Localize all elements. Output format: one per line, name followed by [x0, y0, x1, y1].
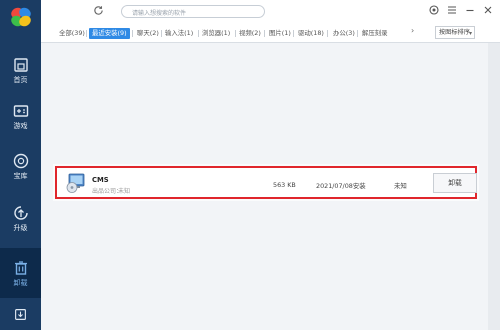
- sidebar-item-label: 升级: [13, 224, 28, 232]
- tab-image[interactable]: 图片(1): [269, 28, 291, 39]
- download-icon: [15, 309, 26, 320]
- download-manager-button[interactable]: [0, 302, 41, 330]
- upgrade-icon: [14, 206, 28, 220]
- scrollbar[interactable]: [488, 43, 500, 330]
- chevron-right-icon[interactable]: ›: [411, 26, 414, 35]
- tab-divider: [86, 30, 87, 37]
- sidebar-item-label: 首页: [13, 76, 28, 84]
- sidebar-item-games[interactable]: 游戏: [0, 94, 41, 138]
- tab-divider: [327, 30, 328, 37]
- gamepad-icon: [13, 105, 29, 117]
- app-size: 563 KB: [273, 181, 296, 189]
- category-tabs: 全部(39) 最近安装(9) 聊天(2) 输入法(1) 浏览器(1) 视频(2)…: [41, 23, 500, 43]
- tab-driver[interactable]: 驱动(18): [298, 28, 324, 39]
- install-date: 2021/07/08安装: [316, 182, 366, 190]
- tab-divider: [161, 30, 162, 37]
- uninstall-button[interactable]: 卸载: [433, 173, 477, 193]
- sort-dropdown[interactable]: 按图标排序 ▾: [435, 26, 475, 39]
- title-bar: 请输入想搜索的软件: [41, 0, 500, 23]
- tab-video[interactable]: 视频(2): [239, 28, 261, 39]
- tab-divider: [357, 30, 358, 37]
- software-row[interactable]: CMS 出品公司： 未知 563 KB 2021/07/08安装 未知 卸载: [55, 166, 477, 199]
- tab-archive-burn[interactable]: 解压刻录: [362, 28, 388, 39]
- vault-icon: [13, 153, 29, 169]
- sidebar-item-upgrade[interactable]: 升级: [0, 196, 41, 240]
- tab-all[interactable]: 全部(39): [59, 28, 85, 39]
- tab-divider: [264, 30, 265, 37]
- sidebar-item-vault[interactable]: 宝库: [0, 144, 41, 188]
- tab-browser[interactable]: 浏览器(1): [202, 28, 230, 39]
- refresh-icon[interactable]: [93, 5, 104, 16]
- tab-divider: [293, 30, 294, 37]
- tab-input-method[interactable]: 输入法(1): [165, 28, 193, 39]
- tab-divider: [235, 30, 236, 37]
- app-name: CMS: [92, 176, 109, 184]
- tab-divider: [132, 30, 133, 37]
- search-input[interactable]: 请输入想搜索的软件: [121, 5, 265, 18]
- app-version: 未知: [394, 182, 407, 190]
- chevron-down-icon: ▾: [468, 30, 472, 37]
- sort-label: 按图标排序: [439, 29, 470, 36]
- sidebar: 首页 游戏 宝库 升级 卸载: [0, 0, 41, 330]
- sidebar-item-uninstall[interactable]: 卸载: [0, 248, 41, 298]
- trash-icon: [15, 261, 27, 275]
- logo-icon: [11, 7, 31, 27]
- tab-chat[interactable]: 聊天(2): [137, 28, 159, 39]
- tab-recent[interactable]: 最近安装(9): [89, 28, 130, 39]
- gear-icon[interactable]: [428, 4, 440, 16]
- tab-office[interactable]: 办公(3): [333, 28, 355, 39]
- sidebar-item-label: 游戏: [13, 122, 28, 130]
- computer-cd-icon: [66, 173, 85, 193]
- sidebar-item-home[interactable]: 首页: [0, 48, 41, 92]
- publisher-value: 未知: [118, 188, 131, 195]
- home-icon: [14, 58, 28, 72]
- sidebar-item-label: 宝库: [13, 172, 28, 180]
- close-icon[interactable]: [482, 4, 494, 16]
- sidebar-item-label: 卸载: [13, 279, 28, 287]
- tab-divider: [198, 30, 199, 37]
- minimize-icon[interactable]: [464, 4, 476, 16]
- menu-icon[interactable]: [446, 4, 458, 16]
